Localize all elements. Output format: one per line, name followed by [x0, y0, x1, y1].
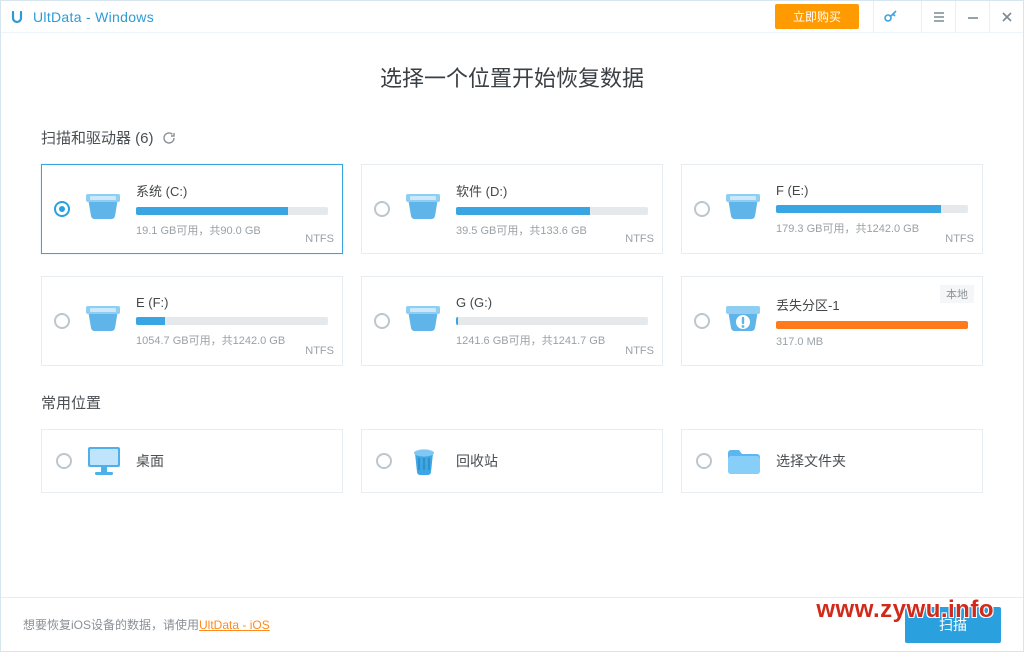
drive-free-text: 39.5 GB可用，共133.6 GB	[456, 222, 648, 238]
drive-icon	[400, 301, 446, 341]
drive-free-text: 1241.6 GB可用，共1241.7 GB	[456, 332, 648, 348]
location-radio[interactable]	[56, 453, 72, 469]
drive-free-text: 19.1 GB可用，共90.0 GB	[136, 222, 328, 238]
drive-fs-badge: NTFS	[305, 345, 334, 357]
drive-icon	[80, 301, 126, 341]
drive-fs-badge: NTFS	[945, 233, 974, 245]
titlebar: UltData - Windows 立即购买	[1, 1, 1023, 33]
key-icon[interactable]	[873, 1, 907, 33]
app-logo-icon	[9, 9, 25, 25]
drive-icon	[720, 301, 766, 341]
drive-radio[interactable]	[694, 201, 710, 217]
close-icon[interactable]	[989, 1, 1023, 33]
drive-body: 系统 (C:) 19.1 GB可用，共90.0 GB	[136, 181, 328, 238]
trash-icon	[404, 443, 444, 479]
footer-prefix: 想要恢复iOS设备的数据，请使用	[23, 618, 199, 632]
drive-name: F (E:)	[776, 183, 968, 198]
drive-radio[interactable]	[374, 201, 390, 217]
drive-radio[interactable]	[54, 201, 70, 217]
drive-body: F (E:) 179.3 GB可用，共1242.0 GB	[776, 183, 968, 236]
drive-card[interactable]: 软件 (D:) 39.5 GB可用，共133.6 GBNTFS	[361, 164, 663, 254]
scan-button[interactable]: 扫描	[905, 607, 1001, 643]
location-card[interactable]: 回收站	[361, 429, 663, 493]
desktop-icon	[84, 443, 124, 479]
drive-body: E (F:) 1054.7 GB可用，共1242.0 GB	[136, 295, 328, 348]
drive-free-text: 317.0 MB	[776, 336, 968, 348]
drive-progress	[136, 207, 328, 215]
drive-card[interactable]: 丢失分区-1317.0 MB本地	[681, 276, 983, 366]
drive-name: G (G:)	[456, 295, 648, 310]
footer: 想要恢复iOS设备的数据，请使用UltData - iOS 扫描	[1, 597, 1023, 651]
drive-icon	[720, 189, 766, 229]
drive-progress	[456, 207, 648, 215]
location-radio[interactable]	[376, 453, 392, 469]
drive-progress	[776, 321, 968, 329]
location-label: 桌面	[136, 451, 164, 471]
drive-body: 软件 (D:) 39.5 GB可用，共133.6 GB	[456, 181, 648, 238]
drive-name: 系统 (C:)	[136, 181, 328, 200]
drive-progress	[776, 205, 968, 213]
refresh-icon[interactable]	[162, 130, 177, 145]
footer-link[interactable]: UltData - iOS	[199, 618, 270, 632]
drive-progress	[456, 317, 648, 325]
drive-progress	[136, 317, 328, 325]
drive-radio[interactable]	[54, 313, 70, 329]
location-card[interactable]: 桌面	[41, 429, 343, 493]
menu-icon[interactable]	[921, 1, 955, 33]
drive-fs-badge: NTFS	[305, 233, 334, 245]
folder-icon	[724, 443, 764, 479]
drive-radio[interactable]	[694, 313, 710, 329]
drive-free-text: 179.3 GB可用，共1242.0 GB	[776, 220, 968, 236]
drives-grid: 系统 (C:)19.1 GB可用，共90.0 GBNTFS软件 (D:)39.5…	[41, 164, 983, 366]
minimize-icon[interactable]	[955, 1, 989, 33]
locations-section-header: 常用位置	[41, 392, 983, 413]
locations-section-label: 常用位置	[41, 392, 101, 413]
app-window: UltData - Windows 立即购买 选择一个位置开始恢复数据 扫描和驱…	[0, 0, 1024, 652]
drive-free-text: 1054.7 GB可用，共1242.0 GB	[136, 332, 328, 348]
location-label: 回收站	[456, 451, 498, 471]
buy-now-button[interactable]: 立即购买	[775, 4, 859, 29]
drive-name: 软件 (D:)	[456, 181, 648, 200]
footer-text: 想要恢复iOS设备的数据，请使用UltData - iOS	[23, 616, 270, 633]
drives-section-header: 扫描和驱动器 (6)	[41, 127, 983, 148]
location-radio[interactable]	[696, 453, 712, 469]
drive-name: E (F:)	[136, 295, 328, 310]
locations-grid: 桌面 回收站 选择文件夹	[41, 429, 983, 493]
drive-fs-badge: NTFS	[625, 345, 654, 357]
drive-card[interactable]: E (F:) 1054.7 GB可用，共1242.0 GBNTFS	[41, 276, 343, 366]
drive-card[interactable]: G (G:) 1241.6 GB可用，共1241.7 GBNTFS	[361, 276, 663, 366]
drive-body: G (G:) 1241.6 GB可用，共1241.7 GB	[456, 295, 648, 348]
titlebar-left: UltData - Windows	[9, 9, 154, 25]
location-card[interactable]: 选择文件夹	[681, 429, 983, 493]
drive-card[interactable]: F (E:) 179.3 GB可用，共1242.0 GBNTFS	[681, 164, 983, 254]
page-title: 选择一个位置开始恢复数据	[41, 61, 983, 93]
drive-icon	[80, 189, 126, 229]
drive-card[interactable]: 系统 (C:) 19.1 GB可用，共90.0 GBNTFS	[41, 164, 343, 254]
drive-icon	[400, 189, 446, 229]
drive-radio[interactable]	[374, 313, 390, 329]
drive-fs-badge: 本地	[940, 285, 974, 303]
drive-fs-badge: NTFS	[625, 233, 654, 245]
drives-section-label: 扫描和驱动器 (6)	[41, 127, 154, 148]
location-label: 选择文件夹	[776, 451, 846, 471]
content-area: 选择一个位置开始恢复数据 扫描和驱动器 (6) 系统 (C:) 19.1 GB可用…	[1, 33, 1023, 597]
app-title: UltData - Windows	[33, 9, 154, 25]
titlebar-right: 立即购买	[775, 1, 1023, 33]
